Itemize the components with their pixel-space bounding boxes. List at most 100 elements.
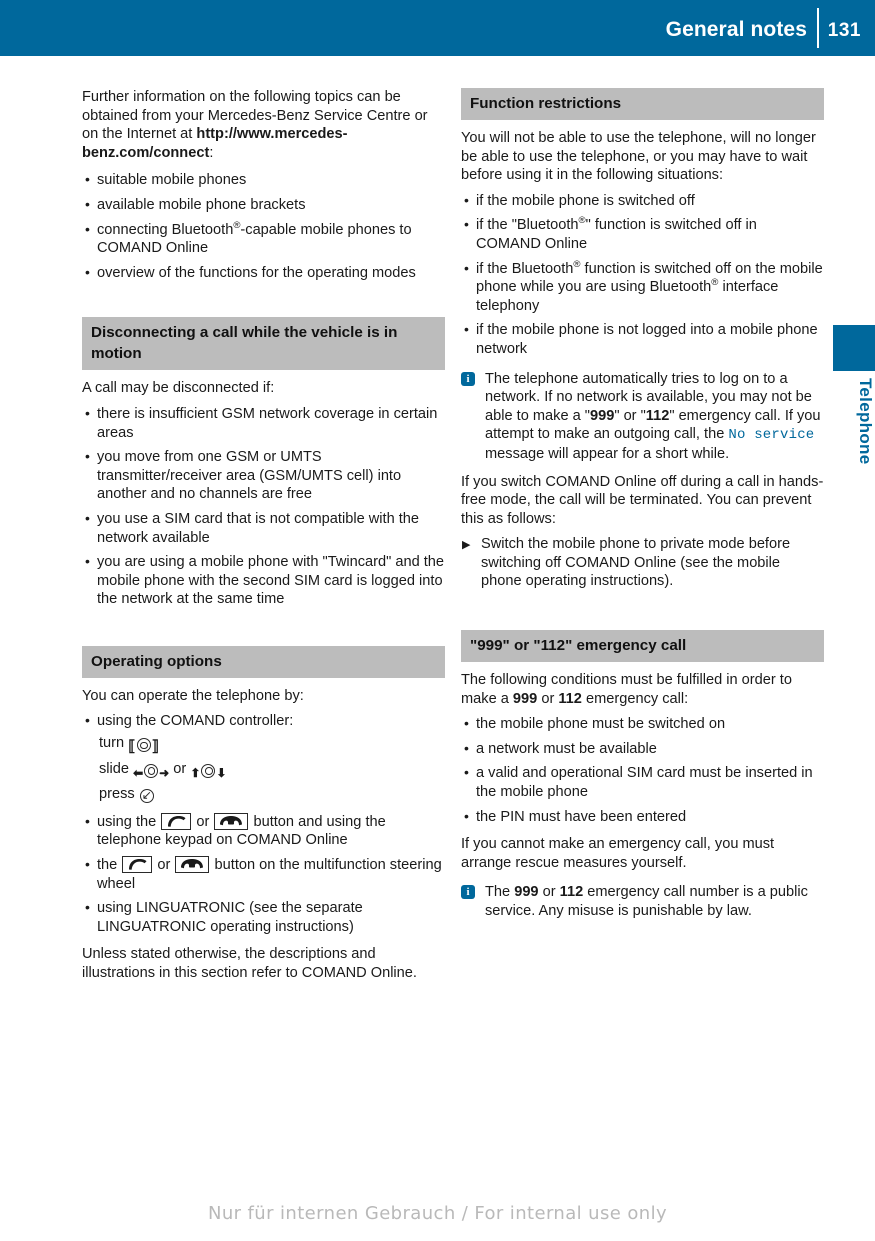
bullet-text: a network must be available — [476, 740, 657, 757]
comand-press-icon — [139, 786, 155, 807]
call-end-button-icon — [175, 856, 210, 874]
action-step-list: Switch the mobile phone to private mode … — [461, 535, 824, 591]
note-number-112: 112 — [645, 407, 670, 424]
press-label: press — [99, 786, 135, 803]
call-accept-button-icon — [122, 856, 153, 874]
list-item: you are using a mobile phone with "Twinc… — [82, 552, 445, 609]
section-heading-function-restrictions: Function restrictions — [461, 88, 824, 120]
restrictions-after-note: If you switch COMAND Online off during a… — [461, 473, 824, 527]
disconnect-bullet-list: there is insufficient GSM network covera… — [82, 404, 445, 609]
section-tab-label: Telephone — [856, 378, 875, 465]
list-item: if the "Bluetooth®" function is switched… — [461, 215, 824, 253]
section-heading-operating-options: Operating options — [82, 645, 445, 678]
info-note-network: i The telephone automatically tries to lo… — [461, 370, 824, 464]
footer-watermark: Nur für internen Gebrauch / For internal… — [207, 1203, 668, 1224]
controller-slide-line: slide ⬅ ➜ or ⬆ ⬇ — [97, 760, 445, 783]
display-message-no-service: No service — [728, 427, 815, 444]
page-number: 131 — [827, 20, 861, 41]
list-item: available mobile phone brackets — [82, 195, 445, 215]
intro-bullet-list: suitable mobile phones available mobile … — [82, 170, 445, 283]
list-item: the PIN must have been entered — [461, 807, 824, 827]
page-title: General notes — [665, 18, 807, 41]
restrictions-intro: You will not be able to use the telephon… — [461, 130, 816, 184]
right-column: Function restrictions You will not be ab… — [461, 88, 824, 930]
slide-label: slide — [99, 760, 130, 777]
bullet-text: suitable mobile phones — [97, 172, 247, 189]
list-item: there is insufficient GSM network covera… — [82, 404, 445, 442]
emergency-intro: The following conditions must be fulfill… — [461, 671, 824, 708]
bullet-text: a valid and operational SIM card must be… — [476, 765, 813, 801]
section-heading-disconnecting: Disconnecting a call while the vehicle i… — [82, 317, 445, 371]
list-item: if the mobile phone is not logged into a… — [461, 320, 824, 358]
list-item-mfsw-buttons: the or button on the multifunction steer… — [82, 855, 445, 893]
bullet-text: connecting Bluetooth®-capable mobile pho… — [97, 219, 412, 257]
operating-closing-paragraph: Unless stated otherwise, the description… — [82, 946, 417, 981]
section-tab-marker — [833, 325, 875, 371]
bullet-text: if the mobile phone is switched off — [476, 192, 695, 209]
bullet-text: there is insufficient GSM network covera… — [97, 405, 438, 441]
comand-slide-vertical-icon: ⬆ ⬇ — [190, 763, 227, 780]
note-number-112: 112 — [559, 884, 584, 901]
bullet-text: the PIN must have been entered — [476, 808, 687, 825]
section-heading-emergency-call: "999" or "112" emergency call — [461, 630, 824, 663]
bullet-text-or: or — [157, 857, 171, 874]
emergency-bullet-list: the mobile phone must be switched on a n… — [461, 714, 824, 827]
info-icon: i — [461, 371, 475, 386]
list-item: overview of the functions for the operat… — [82, 263, 445, 283]
emergency-closing: If you cannot make an emergency call, yo… — [461, 836, 775, 871]
operating-bullet-list: using the COMAND controller: turn ⟦⟧ sli… — [82, 711, 445, 936]
info-note-emergency: i The 999 or 112 emergency call number is… — [461, 883, 824, 920]
bullet-text: if the "Bluetooth®" function is switched… — [476, 215, 757, 252]
note-number-999: 999 — [589, 407, 615, 424]
bullet-text: using the COMAND controller: — [97, 713, 294, 730]
list-item: the mobile phone must be switched on — [461, 714, 824, 734]
intro-colon: : — [209, 144, 214, 161]
comand-turn-icon: ⟦ ⟧ — [128, 738, 160, 756]
list-item: you move from one GSM or UMTS transmitte… — [82, 447, 445, 504]
note-text-2: " or " — [614, 407, 646, 424]
bullet-text: if the Bluetooth® function is switched o… — [476, 258, 823, 314]
header-divider — [817, 8, 819, 48]
disconnect-intro: A call may be disconnected if: — [82, 380, 275, 397]
list-item: connecting Bluetooth®-capable mobile pho… — [82, 219, 445, 258]
bullet-text: you use a SIM card that is not compatibl… — [97, 510, 420, 546]
emergency-number-999: 999 — [512, 690, 538, 707]
bullet-text-pre: using the — [97, 813, 157, 830]
bullet-text-or: or — [196, 813, 210, 830]
slide-or-label: or — [173, 760, 187, 777]
note-or: or — [538, 884, 560, 901]
list-item: if the mobile phone is switched off — [461, 191, 824, 211]
bullet-text: using LINGUATRONIC (see the separate LIN… — [97, 900, 363, 935]
emergency-intro-or: or — [537, 690, 559, 707]
controller-turn-line: turn ⟦ ⟧ — [97, 734, 445, 757]
left-column: Further information on the following top… — [82, 88, 445, 992]
call-accept-button-icon — [161, 812, 192, 830]
bullet-text: if the mobile phone is not logged into a… — [476, 322, 818, 357]
intro-paragraph: Further information on the following top… — [82, 88, 445, 162]
note-text-1: The — [485, 884, 515, 901]
bullet-text: overview of the functions for the operat… — [97, 264, 416, 281]
bullet-text: available mobile phone brackets — [97, 196, 306, 213]
action-text: Switch the mobile phone to private mode … — [481, 536, 791, 590]
comand-slide-horizontal-icon: ⬅ ➜ — [133, 763, 170, 780]
emergency-intro-text-2: emergency call: — [581, 690, 689, 707]
list-item: using LINGUATRONIC (see the separate LIN… — [82, 898, 445, 936]
list-item: suitable mobile phones — [82, 170, 445, 190]
bullet-text: you are using a mobile phone with "Twinc… — [97, 554, 445, 608]
list-item-comand-controller: using the COMAND controller: turn ⟦⟧ sli… — [82, 711, 445, 807]
bullet-text: the mobile phone must be switched on — [476, 716, 726, 733]
list-item: if the Bluetooth® function is switched o… — [461, 258, 824, 316]
list-item: you use a SIM card that is not compatibl… — [82, 509, 445, 547]
info-icon: i — [461, 885, 475, 900]
emergency-number-112: 112 — [558, 690, 582, 707]
list-item: a valid and operational SIM card must be… — [461, 763, 824, 801]
list-item-phone-buttons: using the or button and using the teleph… — [82, 812, 445, 850]
action-step: Switch the mobile phone to private mode … — [461, 535, 824, 591]
bullet-text-pre: the — [97, 857, 118, 874]
note-number-999: 999 — [514, 884, 539, 901]
controller-press-line: press — [97, 785, 445, 807]
turn-label: turn — [99, 735, 125, 752]
restrictions-bullet-list: if the mobile phone is switched off if t… — [461, 191, 824, 359]
call-end-button-icon — [214, 812, 249, 830]
bullet-text: you move from one GSM or UMTS transmitte… — [97, 449, 402, 503]
